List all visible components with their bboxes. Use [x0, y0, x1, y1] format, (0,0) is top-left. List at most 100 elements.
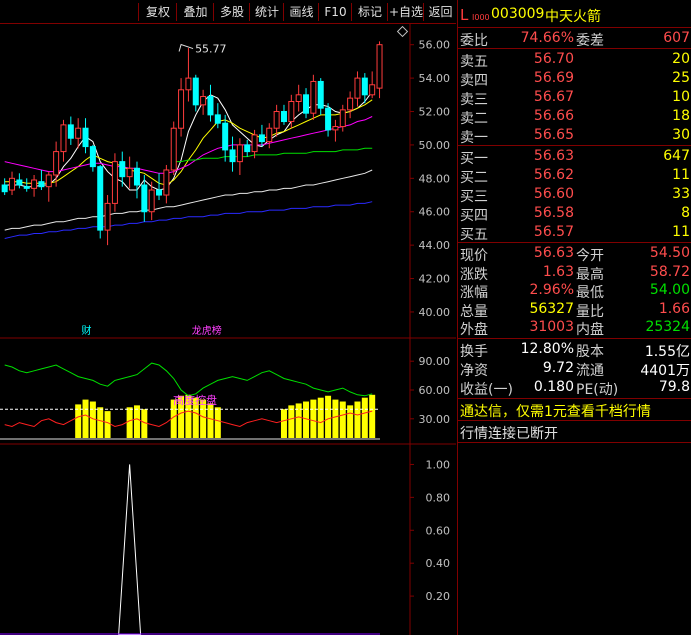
quote-label: 外盘: [460, 322, 488, 338]
bid-label: 买三: [460, 189, 488, 205]
candle-body[interactable]: [266, 127, 273, 143]
y-tick-label: 0.80: [426, 491, 451, 504]
candle-body[interactable]: [376, 44, 383, 89]
candle-body[interactable]: [163, 169, 170, 196]
quote-row: 卖二 56.66 18: [458, 108, 691, 127]
candle-body[interactable]: [148, 189, 155, 213]
quote-row: 卖五 56.70 20: [458, 51, 691, 70]
signal-spike: [118, 464, 142, 635]
candle-body[interactable]: [178, 89, 185, 129]
candle-body[interactable]: [119, 161, 126, 178]
candle-body[interactable]: [244, 144, 251, 153]
toolbar-button[interactable]: 返回: [423, 3, 457, 21]
candle-body[interactable]: [251, 134, 258, 153]
control-bar: [361, 397, 368, 438]
control-bar: [207, 403, 214, 438]
candle-body[interactable]: [170, 127, 177, 171]
toolbar-button[interactable]: +自选: [387, 3, 424, 21]
y-tick-label: 50.00: [419, 139, 451, 152]
candle-body[interactable]: [192, 77, 199, 106]
quote-row: 收益(一) 0.180 PE(动) 79.8: [458, 379, 691, 398]
candle-body[interactable]: [214, 114, 221, 124]
candle-body[interactable]: [97, 166, 104, 231]
toolbar-button[interactable]: 标记: [351, 3, 388, 21]
candle-body[interactable]: [339, 109, 346, 128]
candle-body[interactable]: [236, 144, 243, 163]
control-bar: [317, 397, 324, 438]
candle-body[interactable]: [9, 177, 16, 191]
candle-body[interactable]: [45, 174, 52, 188]
candle-body[interactable]: [60, 124, 67, 153]
quote-row: 买四 56.58 8: [458, 205, 691, 224]
candle-body[interactable]: [258, 134, 265, 143]
candle-body[interactable]: [31, 179, 38, 189]
candle-body[interactable]: [53, 151, 60, 176]
candle-body[interactable]: [1, 184, 8, 193]
candle-body[interactable]: [156, 189, 163, 196]
candle-body[interactable]: [332, 126, 339, 131]
candle-body[interactable]: [288, 100, 295, 123]
candle-body[interactable]: [222, 122, 229, 151]
chart-area[interactable]: 56.00 54.00 52.00 50.00 48.00 46.00 44.00 42.00…: [0, 24, 456, 635]
control-bar: [325, 395, 332, 438]
candle-body[interactable]: [354, 77, 361, 99]
toolbar-button[interactable]: 复权: [138, 3, 177, 21]
control-bar: [295, 403, 302, 438]
candle-body[interactable]: [280, 111, 287, 123]
quote-label: 量比: [576, 303, 604, 320]
ask-label: 卖一: [460, 130, 488, 146]
toolbar-button[interactable]: 叠加: [176, 3, 214, 21]
ask-price: 56.70: [533, 51, 574, 67]
expand-icon[interactable]: [396, 25, 409, 38]
control-bar: [214, 407, 221, 438]
toolbar-button[interactable]: 统计: [249, 3, 284, 21]
candle-body[interactable]: [38, 181, 45, 188]
candle-body[interactable]: [16, 179, 23, 186]
control-bar: [104, 411, 111, 438]
candle-body[interactable]: [67, 124, 74, 139]
control-bar: [126, 407, 133, 438]
candle-body[interactable]: [23, 186, 30, 189]
control-bar: [347, 405, 354, 438]
toolbar-button[interactable]: F10: [318, 3, 352, 21]
quote-label: 涨跌: [460, 266, 488, 283]
y-tick-label: 56.00: [419, 39, 451, 52]
candle-body[interactable]: [141, 184, 148, 213]
candle-body[interactable]: [185, 77, 192, 91]
event-marker[interactable]: 龙虎榜: [192, 324, 222, 337]
candle-body[interactable]: [317, 80, 324, 109]
notice-link[interactable]: 通达信，仅需1元查看千档行情: [458, 401, 691, 420]
candle-body[interactable]: [325, 107, 332, 131]
candle-body[interactable]: [347, 97, 354, 111]
divider: [458, 242, 691, 243]
candle-body[interactable]: [104, 202, 111, 231]
toolbar-button[interactable]: 画线: [283, 3, 319, 21]
quote-row: 买三 56.60 33: [458, 186, 691, 205]
candle-body[interactable]: [75, 127, 82, 139]
event-marker[interactable]: 财: [82, 324, 92, 337]
ask-price: 56.65: [533, 127, 574, 143]
candle-body[interactable]: [133, 167, 140, 186]
candle-body[interactable]: [200, 95, 207, 106]
ask-price: 56.66: [533, 108, 574, 124]
candle-body[interactable]: [82, 127, 89, 148]
control-bar: [288, 405, 295, 438]
candle-body[interactable]: [111, 161, 118, 204]
bid-label: 买四: [460, 208, 488, 224]
quote-value: 1.63: [542, 263, 574, 280]
candle-body[interactable]: [273, 111, 280, 129]
quote-row: 外盘 31003 内盘 25324: [458, 319, 691, 338]
bid-label: 买五: [460, 227, 488, 243]
candle-body[interactable]: [229, 149, 236, 163]
candle-body[interactable]: [361, 77, 368, 96]
candle-body[interactable]: [310, 80, 317, 114]
candle-body[interactable]: [126, 167, 133, 178]
candle-body[interactable]: [207, 95, 214, 116]
y-tick-label: 54.00: [419, 72, 451, 85]
candle-body[interactable]: [369, 84, 376, 96]
control-bar: [82, 399, 89, 438]
candle-body[interactable]: [295, 94, 302, 102]
toolbar-button[interactable]: 多股: [213, 3, 250, 21]
candle-body[interactable]: [89, 146, 96, 168]
candle-body[interactable]: [303, 94, 310, 114]
